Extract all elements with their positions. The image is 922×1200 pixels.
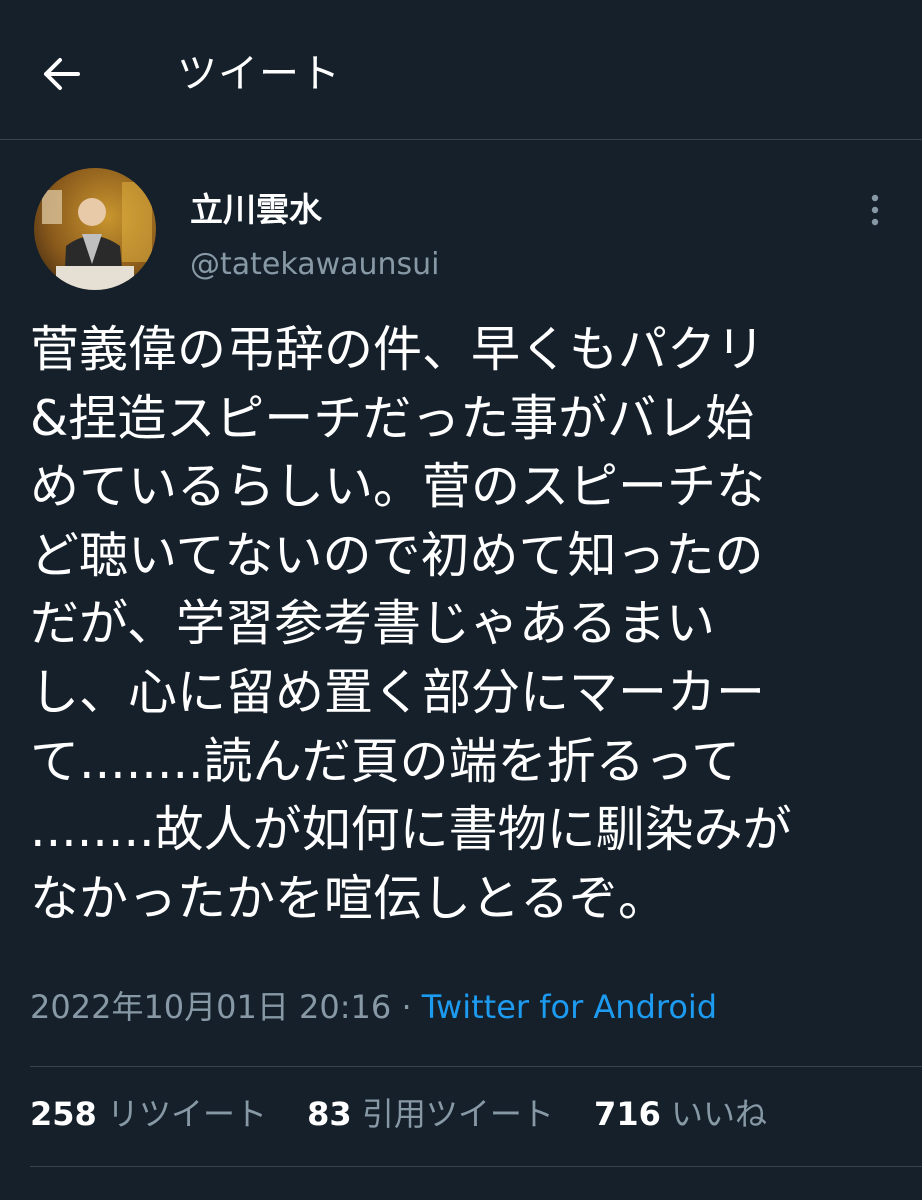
likes-stat[interactable]: 716 いいね — [594, 1090, 767, 1138]
quotes-count: 83 — [307, 1095, 352, 1133]
divider — [30, 1166, 922, 1167]
quotes-stat[interactable]: 83 引用ツイート — [307, 1090, 554, 1138]
page-title: ツイート — [177, 51, 341, 97]
arrow-left-icon — [44, 58, 80, 90]
quotes-label: 引用ツイート — [361, 1095, 554, 1133]
retweets-count: 258 — [30, 1095, 97, 1133]
tweet-metadata: 2022年10月01日 20:16 · Twitter for Android — [30, 985, 717, 1029]
more-options-button[interactable] — [858, 188, 892, 232]
likes-label: いいね — [671, 1095, 768, 1133]
avatar-image — [34, 168, 156, 290]
avatar[interactable] — [34, 168, 156, 290]
retweets-stat[interactable]: 258 リツイート — [30, 1090, 267, 1138]
back-button[interactable] — [34, 48, 86, 100]
tweet-stats: 258 リツイート 83 引用ツイート 716 いいね — [30, 1090, 797, 1138]
tweet-timestamp[interactable]: 2022年10月01日 20:16 — [30, 988, 391, 1026]
author-handle[interactable]: @tatekawaunsui — [190, 243, 440, 287]
tweet-text: 菅義偉の弔辞の件、早くもパクリ &捏造スピーチだった事がバレ始 めているらしい。… — [30, 321, 792, 927]
retweets-label: リツイート — [106, 1095, 267, 1133]
divider — [30, 1066, 922, 1067]
vertical-ellipsis-icon — [871, 194, 879, 226]
tweet-source-link[interactable]: Twitter for Android — [422, 988, 717, 1026]
author-display-name[interactable]: 立川雲水 — [190, 188, 322, 232]
meta-separator: · — [401, 988, 412, 1026]
top-bar: ツイート — [0, 0, 922, 140]
likes-count: 716 — [594, 1095, 661, 1133]
